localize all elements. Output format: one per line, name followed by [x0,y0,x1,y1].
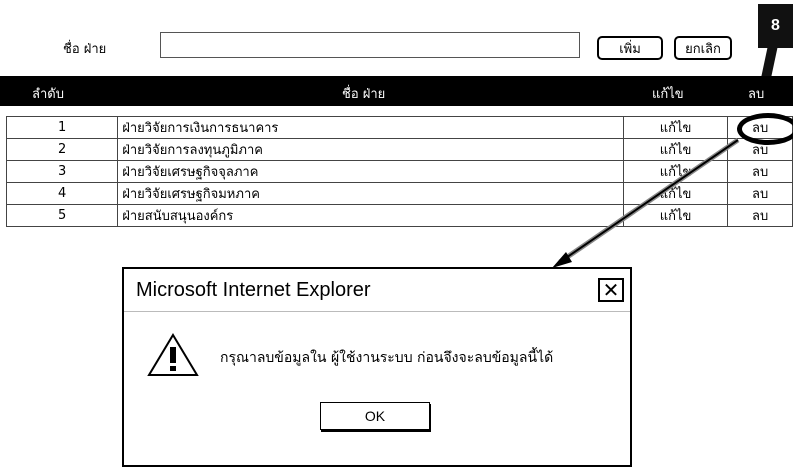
close-icon[interactable]: ✕ [598,278,624,302]
ok-button[interactable]: OK [320,402,430,430]
dialog-message: กรุณาลบข้อมูลใน ผู้ใช้งานระบบ ก่อนจึงจะล… [220,350,554,366]
dialog-title: Microsoft Internet Explorer [136,279,371,301]
dialog-title-separator [124,311,630,312]
warning-icon [147,333,199,376]
alert-dialog: Microsoft Internet Explorer ✕ กรุณาลบข้อ… [122,267,632,467]
